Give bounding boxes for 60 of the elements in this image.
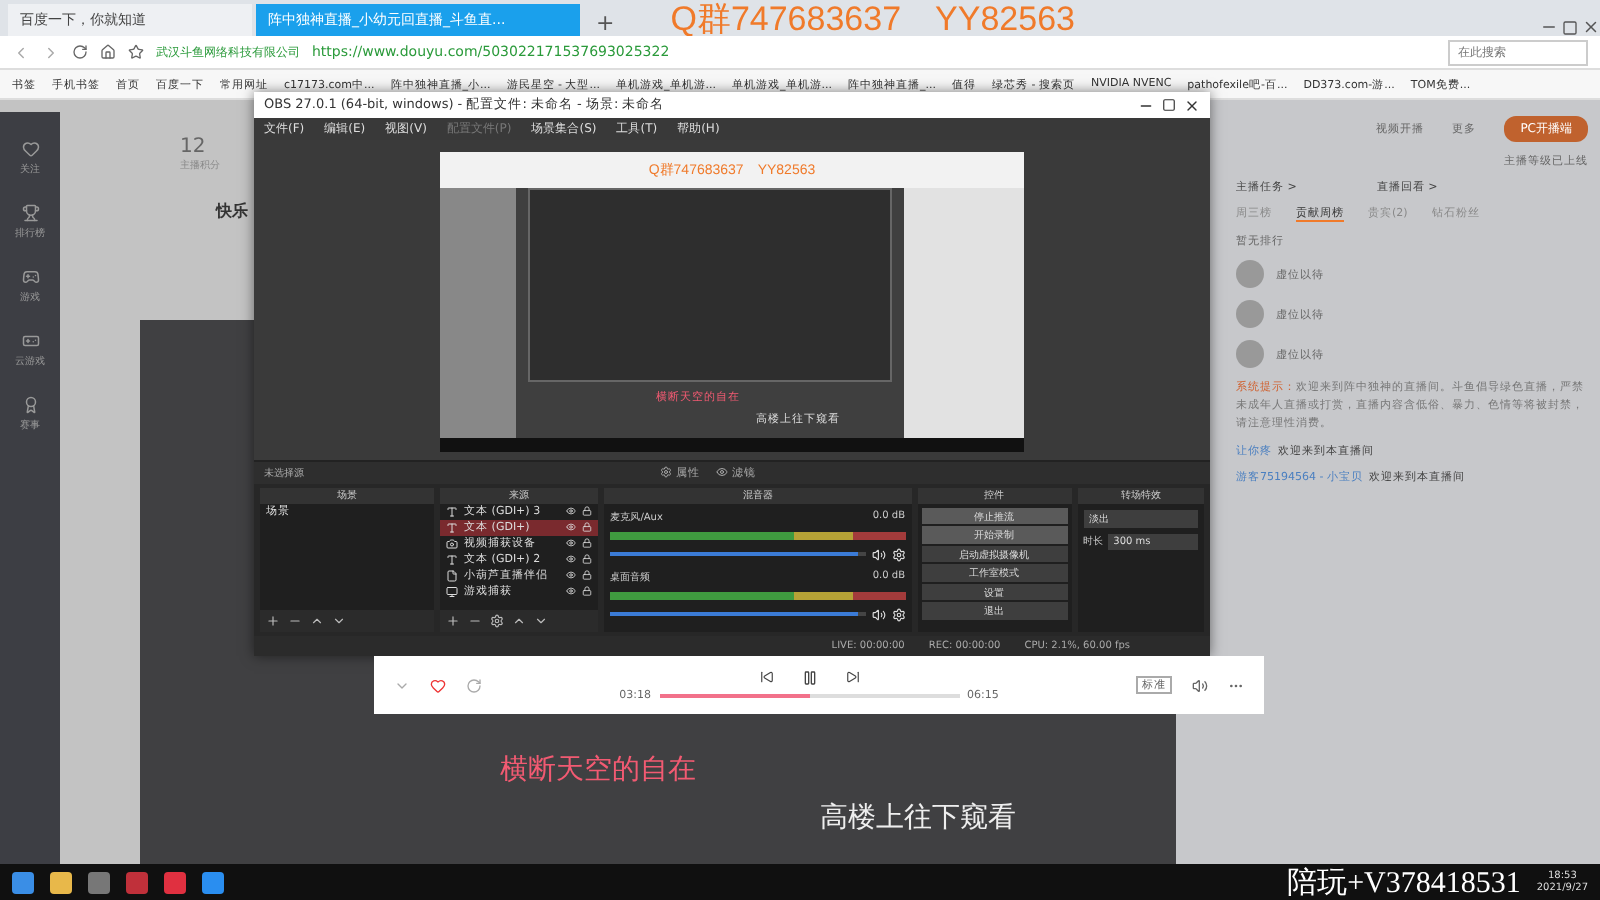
file-icon bbox=[446, 569, 459, 582]
award-icon bbox=[21, 396, 39, 414]
previous-icon[interactable] bbox=[759, 670, 773, 684]
camera-icon bbox=[446, 537, 459, 550]
gamepad-icon bbox=[21, 332, 39, 350]
new-tab-button[interactable]: + bbox=[584, 10, 627, 36]
pause-icon[interactable] bbox=[801, 669, 817, 685]
settings-icon[interactable] bbox=[891, 607, 906, 622]
text-icon bbox=[446, 521, 459, 534]
eye-icon bbox=[716, 466, 728, 479]
volume-fill[interactable] bbox=[610, 612, 858, 617]
eye-icon[interactable] bbox=[566, 554, 577, 565]
heart-icon bbox=[21, 140, 39, 158]
speaker-icon[interactable] bbox=[871, 607, 886, 622]
settings-icon[interactable] bbox=[891, 547, 906, 562]
add-icon[interactable] bbox=[446, 613, 461, 628]
lock-icon[interactable] bbox=[582, 506, 593, 517]
streamer-title: 快乐 bbox=[213, 200, 250, 222]
lyric-line: 高楼上往下窥看 bbox=[818, 800, 1018, 836]
next-icon[interactable] bbox=[845, 670, 859, 684]
monitor-icon bbox=[446, 585, 459, 598]
down-icon[interactable] bbox=[332, 613, 346, 628]
star-icon[interactable] bbox=[128, 44, 144, 60]
gamepad-icon bbox=[21, 268, 39, 286]
up-icon[interactable] bbox=[512, 613, 527, 628]
trophy-icon bbox=[21, 204, 39, 222]
avatar bbox=[1236, 260, 1264, 288]
text-icon bbox=[446, 505, 459, 518]
eye-icon[interactable] bbox=[566, 570, 577, 581]
overlay-text: Q群747683637 YY82563 bbox=[670, 0, 1075, 41]
speaker-icon[interactable] bbox=[871, 547, 886, 562]
eye-icon[interactable] bbox=[566, 522, 577, 533]
avatar bbox=[1236, 300, 1264, 328]
maximize-icon[interactable] bbox=[1162, 98, 1176, 113]
lyric-line: 横断天空的自在 bbox=[498, 752, 698, 788]
overlay-text: 陪玩+V378418531 bbox=[1287, 865, 1521, 900]
settings-icon[interactable] bbox=[490, 613, 505, 628]
down-icon[interactable] bbox=[534, 613, 549, 628]
volume-fill[interactable] bbox=[610, 552, 858, 557]
lock-icon[interactable] bbox=[582, 538, 593, 549]
avatar bbox=[1236, 340, 1264, 368]
up-icon[interactable] bbox=[310, 613, 324, 628]
add-icon[interactable] bbox=[266, 613, 280, 628]
volume-icon[interactable] bbox=[1192, 677, 1208, 693]
lock-icon[interactable] bbox=[582, 586, 593, 597]
lock-icon[interactable] bbox=[582, 570, 593, 581]
close-icon[interactable] bbox=[1184, 97, 1200, 114]
heart-icon[interactable] bbox=[430, 677, 446, 693]
reload-icon[interactable] bbox=[72, 44, 88, 60]
home-icon[interactable] bbox=[100, 44, 116, 60]
text-icon bbox=[446, 553, 459, 566]
eye-icon[interactable] bbox=[566, 506, 577, 517]
eye-icon[interactable] bbox=[566, 538, 577, 549]
eye-icon[interactable] bbox=[566, 586, 577, 597]
lock-icon[interactable] bbox=[582, 522, 593, 533]
maximize-icon[interactable] bbox=[1562, 20, 1578, 36]
lock-icon[interactable] bbox=[582, 554, 593, 565]
close-icon[interactable] bbox=[1582, 18, 1600, 36]
score-value: 12 bbox=[180, 136, 206, 158]
gear-icon bbox=[660, 466, 672, 479]
